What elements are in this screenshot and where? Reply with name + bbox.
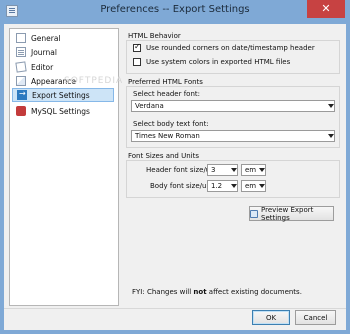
nav-item-label: General [31,33,61,43]
nav-item-mysql-settings[interactable]: MySQL Settings [12,104,114,118]
preview-icon [250,209,258,218]
mysql-icon [16,106,26,116]
footer-divider [4,308,346,309]
header-font-select[interactable]: Verdana [131,100,335,112]
fyi-emphasis: not [193,288,207,296]
fyi-suffix: affect existing documents. [206,288,302,296]
nav-item-label: Export Settings [32,90,90,100]
nav-item-label: Editor [31,62,54,72]
preview-export-settings-button[interactable]: Preview Export Settings [249,205,334,222]
body-unit-value: em [245,182,257,190]
page-icon [16,33,26,43]
chevron-down-icon[interactable] [327,104,334,108]
body-unit-select[interactable]: em [241,180,266,192]
nav-item-editor[interactable]: Editor [12,60,114,74]
system-colors-option[interactable]: Use system colors in exported HTML files [133,58,290,66]
system-colors-label: Use system colors in exported HTML files [146,58,291,66]
header-unit-select[interactable]: em [241,164,266,176]
ok-button[interactable]: OK [252,310,290,325]
chevron-down-icon[interactable] [327,134,334,138]
rounded-corners-checkbox[interactable] [133,42,141,52]
close-button[interactable]: ✕ [307,0,345,18]
window-title: Preferences -- Export Settings [100,4,250,15]
header-size-value: 3 [211,166,216,174]
rounded-corners-label: Use rounded corners on date/timestamp he… [146,44,315,52]
chevron-down-icon[interactable] [230,168,237,172]
font-sizes-title: Font Sizes and Units [128,152,199,160]
rounded-corners-option[interactable]: Use rounded corners on date/timestamp he… [133,42,315,52]
watermark: SOFTPEDIA [64,76,124,86]
chevron-down-icon[interactable] [230,184,237,188]
nav-item-journal[interactable]: Journal [12,45,114,59]
body-font-label: Select body text font: [133,120,209,128]
chevron-down-icon[interactable] [258,168,265,172]
fyi-prefix: FYI: Changes will [132,288,194,296]
fyi-note: FYI: Changes will not affect existing do… [132,288,302,296]
header-size-select[interactable]: 3 [207,164,238,176]
header-unit-value: em [245,166,257,174]
chevron-down-icon[interactable] [258,184,265,188]
category-list: General Journal Editor Appearance SOFTPE… [9,28,122,306]
nav-item-general[interactable]: General [12,31,114,45]
appearance-icon [16,76,26,86]
header-font-label: Select header font: [133,90,200,98]
system-colors-checkbox[interactable] [133,58,141,66]
title-bar[interactable]: Preferences -- Export Settings ✕ [0,0,350,24]
nav-item-label: MySQL Settings [31,106,90,116]
dialog-body: General Journal Editor Appearance SOFTPE… [4,24,346,330]
editor-icon [15,61,27,73]
body-size-label: Body font size/unit [150,182,216,190]
body-size-value: 1.2 [211,182,223,190]
body-font-select[interactable]: Times New Roman [131,130,335,142]
export-icon [17,89,27,100]
nav-item-export-settings[interactable]: Export Settings [12,88,114,102]
body-size-select[interactable]: 1.2 [207,180,238,192]
dialog-window: Preferences -- Export Settings ✕ General… [0,0,350,334]
journal-icon [16,47,26,57]
html-behavior-title: HTML Behavior [128,32,181,40]
preview-button-label: Preview Export Settings [261,205,314,222]
nav-item-label: Journal [31,47,57,57]
header-font-value: Verdana [135,102,164,110]
html-fonts-title: Preferred HTML Fonts [128,78,203,86]
body-font-value: Times New Roman [135,132,200,140]
cancel-button[interactable]: Cancel [295,310,336,325]
